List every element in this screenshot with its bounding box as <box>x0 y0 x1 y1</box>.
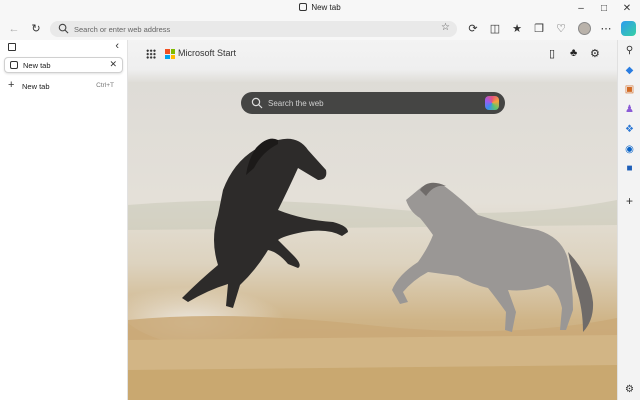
favorite-star-icon[interactable]: ☆ <box>441 22 450 33</box>
minimize-button[interactable]: – <box>570 0 592 18</box>
new-tab-button[interactable]: + New tab Ctrl+T <box>4 79 123 93</box>
rewards-trophy-icon[interactable]: ♣ <box>570 47 577 59</box>
tab-favicon-icon <box>10 61 18 69</box>
address-bar[interactable]: ☆ <box>50 21 457 37</box>
title-bar: New tab – □ ✕ <box>0 0 640 18</box>
more-menu-button[interactable]: ⋯ <box>598 21 614 37</box>
browser-essentials-button[interactable]: ♡ <box>553 21 569 37</box>
search-icon <box>58 23 69 34</box>
search-icon[interactable]: ⚲ <box>623 44 636 57</box>
collections-button[interactable]: ❐ <box>531 21 547 37</box>
extensions-button[interactable]: ⟳ <box>465 21 481 37</box>
tab-actions-icon[interactable] <box>8 43 16 51</box>
ntp-header <box>128 40 617 82</box>
maximize-button[interactable]: □ <box>593 0 615 18</box>
refresh-button[interactable]: ↻ <box>28 21 44 37</box>
office-icon[interactable]: ❖ <box>623 123 636 136</box>
app-launcher-icon[interactable] <box>146 49 156 59</box>
briefcase-icon[interactable]: ▣ <box>623 83 636 96</box>
games-icon[interactable]: ♟ <box>623 103 636 116</box>
vertical-tabs-header: ‹ <box>0 40 128 54</box>
window-title: New tab <box>0 3 640 12</box>
copilot-search-icon[interactable] <box>485 96 499 110</box>
web-search-input[interactable] <box>268 96 468 110</box>
profile-avatar[interactable] <box>578 22 591 35</box>
page-settings-icon[interactable]: ⚙ <box>590 47 600 60</box>
tag-icon[interactable]: ◆ <box>623 64 636 77</box>
search-icon <box>251 97 263 109</box>
vertical-tabs-panel: ‹ <box>0 40 128 400</box>
browser-toolbar: ← ↻ ☆ ⟳ ◫ ★ ❐ ♡ ⋯ <box>0 18 640 40</box>
tab-icon <box>299 3 308 11</box>
close-window-button[interactable]: ✕ <box>616 0 638 18</box>
word-icon[interactable]: ■ <box>623 162 636 175</box>
copilot-icon[interactable] <box>621 21 636 36</box>
web-search-box[interactable] <box>241 92 505 114</box>
mobile-device-icon[interactable]: ▯ <box>549 47 555 60</box>
add-icon[interactable]: + <box>623 195 636 208</box>
split-screen-button[interactable]: ◫ <box>487 21 503 37</box>
address-input[interactable] <box>74 22 414 36</box>
favorites-button[interactable]: ★ <box>509 21 525 37</box>
tab-new-tab[interactable]: New tab ✕ <box>4 57 123 73</box>
window-title-text: New tab <box>311 3 341 12</box>
edge-sidebar: ⚲ ◆ ▣ ♟ ❖ ◉ ■ + ⚙ <box>617 40 640 400</box>
brand-label[interactable]: Microsoft Start <box>178 48 236 58</box>
back-button[interactable]: ← <box>6 21 22 37</box>
close-tab-icon[interactable]: ✕ <box>109 59 117 70</box>
collapse-pane-icon[interactable]: ‹ <box>115 40 119 52</box>
plus-icon: + <box>8 79 15 91</box>
new-tab-shortcut: Ctrl+T <box>96 82 114 89</box>
settings-icon[interactable]: ⚙ <box>623 383 636 396</box>
new-tab-page: Microsoft Start ▯ ♣ ⚙ <box>128 40 617 400</box>
outlook-icon[interactable]: ◉ <box>623 143 636 156</box>
new-tab-label: New tab <box>22 82 50 91</box>
tab-label: New tab <box>23 61 51 70</box>
microsoft-logo-icon <box>165 49 175 59</box>
